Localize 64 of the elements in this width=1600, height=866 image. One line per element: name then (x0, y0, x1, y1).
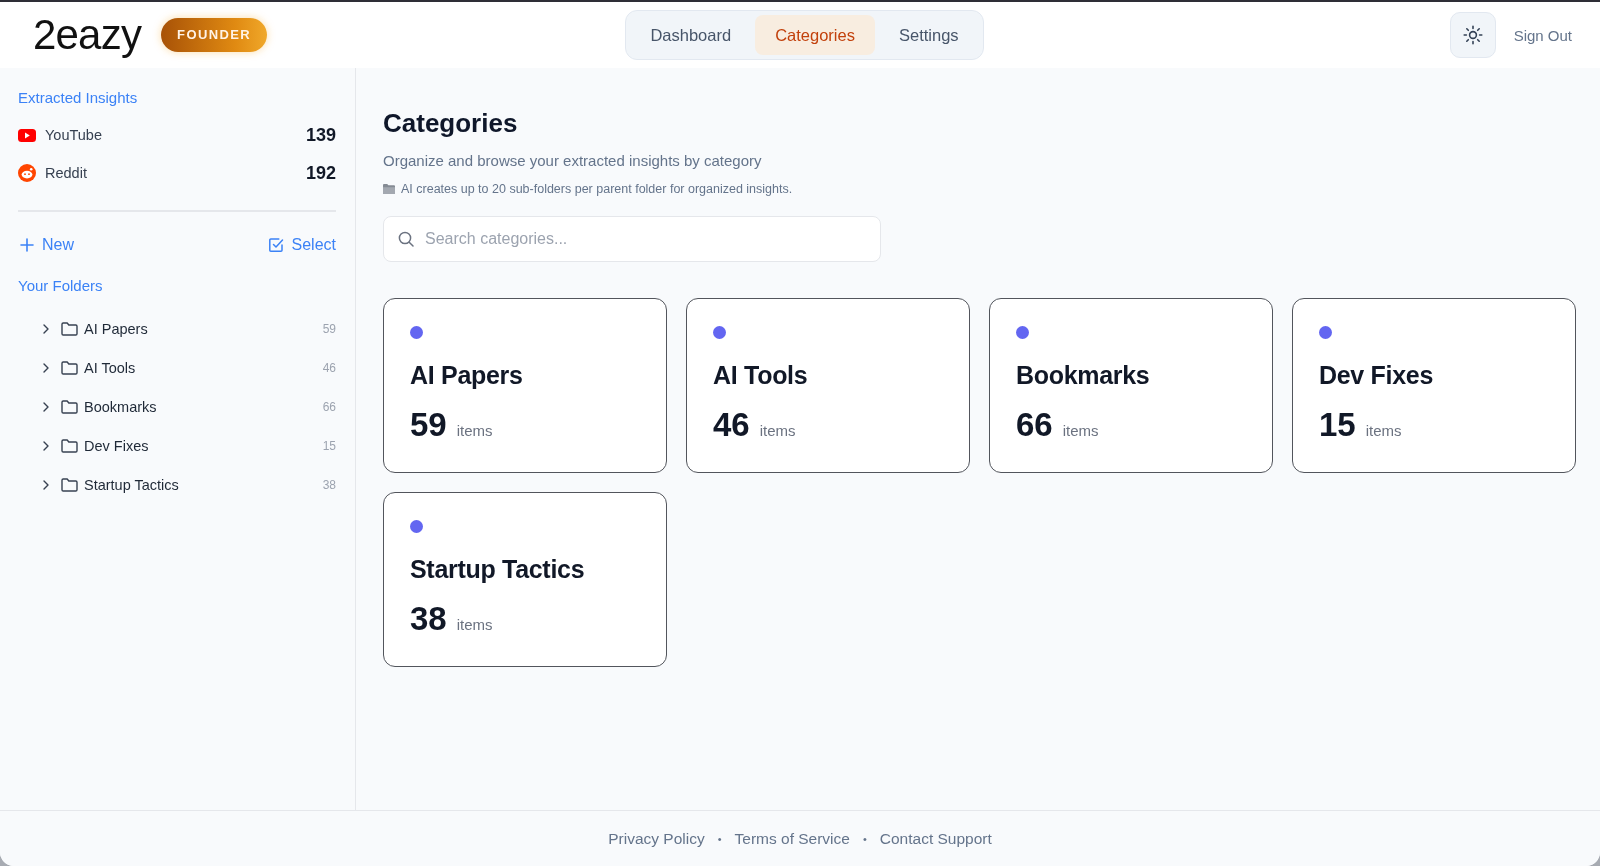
item-count: 15 (1319, 405, 1356, 445)
card-title: Startup Tactics (410, 554, 585, 584)
page-title: Categories (383, 107, 519, 139)
section-title: Your Folders (18, 276, 104, 296)
item-count: 66 (1016, 405, 1053, 445)
item-count: 59 (410, 405, 447, 445)
folder-item[interactable]: Bookmarks 66 (18, 387, 336, 427)
dot-icon (1319, 326, 1332, 339)
dot-icon (410, 520, 423, 533)
folder-item[interactable]: AI Papers 59 (18, 310, 336, 349)
search-field[interactable]: Search categories... (383, 216, 881, 262)
search-icon (398, 231, 414, 247)
new-folder-button[interactable]: New (18, 236, 74, 254)
source-item[interactable]: Reddit 192 (18, 154, 336, 192)
category-card[interactable]: Bookmarks 66 items (989, 298, 1273, 473)
item-unit: items (1365, 422, 1402, 439)
nav-tab[interactable]: Dashboard (630, 15, 752, 55)
footer-link[interactable]: Contact Support (879, 829, 992, 848)
category-card[interactable]: Startup Tactics 38 items (383, 492, 667, 667)
footer-link[interactable]: Terms of Service (734, 829, 850, 848)
sun-icon (1462, 25, 1483, 45)
folder-item[interactable]: AI Tools 46 (18, 348, 336, 388)
item-unit: items (1062, 422, 1099, 439)
category-card[interactable]: Dev Fixes 15 items (1292, 298, 1576, 473)
item-unit: items (759, 422, 796, 439)
separator-dot: • (717, 832, 722, 845)
folder-icon (61, 438, 78, 453)
plan-badge: FOUNDER (161, 18, 268, 52)
sign-out-button[interactable]: Sign Out (1509, 20, 1576, 50)
video-play-icon (18, 128, 36, 142)
item-count: 38 (410, 599, 447, 639)
folder-icon (61, 322, 78, 337)
folder-icon (383, 184, 395, 194)
category-card[interactable]: AI Papers 59 items (383, 298, 667, 473)
card-title: Dev Fixes (1319, 360, 1434, 390)
select-button[interactable]: Select (265, 236, 336, 254)
nav-tab[interactable]: Categories (755, 15, 875, 55)
footer-link[interactable]: Privacy Policy (608, 829, 705, 848)
checked-box-icon (267, 237, 284, 253)
page-subtitle: Organize and browse your extracted insights by category (383, 151, 763, 171)
folder-item[interactable]: Dev Fixes 15 (18, 426, 336, 466)
folder-icon (61, 400, 78, 414)
item-unit: items (456, 422, 493, 439)
nav-tab[interactable]: Settings (878, 15, 979, 55)
category-card[interactable]: AI Tools 46 items (686, 298, 970, 473)
logo[interactable]: 2eazy (33, 13, 142, 57)
card-title: AI Papers (410, 360, 523, 390)
folder-item[interactable]: Startup Tactics 38 (18, 465, 336, 504)
card-title: Bookmarks (1016, 360, 1150, 390)
dot-icon (713, 326, 726, 339)
dot-icon (410, 326, 423, 339)
folder-icon (61, 477, 78, 492)
info-note: AI creates up to 20 sub-folders per parent folder for organized insights. (401, 181, 793, 198)
dot-icon (1016, 326, 1029, 339)
source-item[interactable]: YouTube 139 (18, 116, 336, 154)
separator-dot: • (862, 832, 867, 845)
alien-face-icon (18, 164, 36, 182)
folder-icon (61, 361, 78, 376)
theme-toggle-button[interactable] (1449, 12, 1496, 58)
section-title: Extracted Insights (18, 88, 139, 108)
item-count: 46 (713, 405, 750, 445)
card-title: AI Tools (713, 360, 808, 390)
plus-icon (20, 238, 34, 252)
item-unit: items (456, 616, 493, 633)
